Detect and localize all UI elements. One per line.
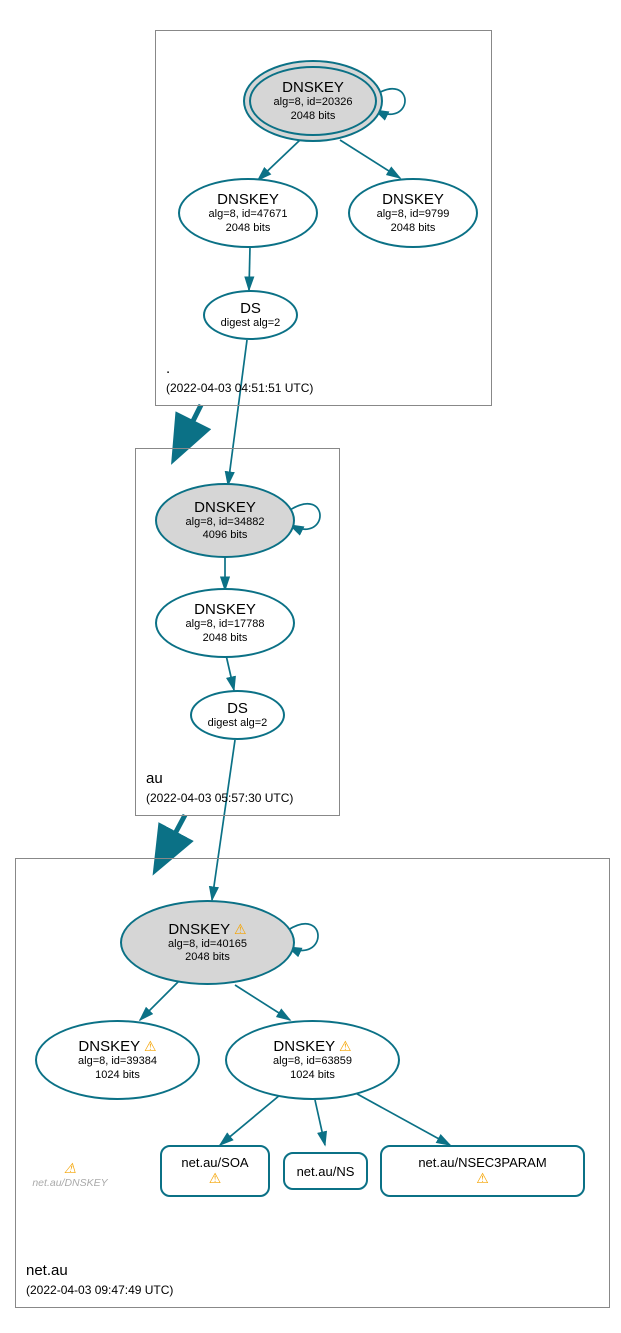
node-sub1: digest alg=2: [221, 317, 281, 330]
node-sub1: alg=8, id=20326: [274, 96, 353, 109]
node-title-text: DNSKEY: [273, 1038, 334, 1055]
node-au-ds: DS digest alg=2: [190, 690, 285, 740]
record-label: net.au/NS: [297, 1164, 355, 1179]
node-sub1: alg=8, id=39384: [78, 1055, 157, 1068]
warning-icon: [476, 1170, 489, 1187]
node-root-ksk: DNSKEY alg=8, id=20326 2048 bits: [243, 60, 383, 142]
node-title: DS: [227, 700, 248, 717]
node-au-zsk: DNSKEY alg=8, id=17788 2048 bits: [155, 588, 295, 658]
zone-root-name: .: [166, 360, 170, 377]
zone-netau-ts: (2022-04-03 09:47:49 UTC): [26, 1283, 173, 1297]
warning-icon: [209, 1170, 222, 1187]
node-sub1: alg=8, id=63859: [273, 1055, 352, 1068]
node-title-text: DNSKEY: [78, 1038, 139, 1055]
warning-icon: [64, 1160, 77, 1177]
zone-au-name: au: [146, 770, 163, 787]
record-label: net.au/NSEC3PARAM: [418, 1155, 546, 1170]
node-netau-zsk2: DNSKEY alg=8, id=63859 1024 bits: [225, 1020, 400, 1100]
node-sub2: 4096 bits: [203, 529, 248, 542]
zone-netau-name: net.au: [26, 1262, 68, 1279]
node-sub2: 2048 bits: [391, 222, 436, 235]
node-title: DNSKEY: [78, 1038, 156, 1055]
node-au-ksk: DNSKEY alg=8, id=34882 4096 bits: [155, 483, 295, 558]
record-nsec3param: net.au/NSEC3PARAM: [380, 1145, 585, 1197]
node-sub2: 2048 bits: [291, 110, 336, 123]
zone-root-ts: (2022-04-03 04:51:51 UTC): [166, 381, 313, 395]
node-title: DNSKEY: [217, 191, 279, 208]
node-sub2: 1024 bits: [95, 1069, 140, 1082]
warn-note-netau-dnskey: net.au/DNSKEY: [30, 1160, 110, 1189]
record-label: net.au/SOA: [181, 1155, 248, 1170]
zone-au-ts: (2022-04-03 05:57:30 UTC): [146, 791, 293, 805]
node-root-zsk: DNSKEY alg=8, id=47671 2048 bits: [178, 178, 318, 248]
node-sub2: 2048 bits: [185, 951, 230, 964]
record-soa: net.au/SOA: [160, 1145, 270, 1197]
node-netau-ksk: DNSKEY alg=8, id=40165 2048 bits: [120, 900, 295, 985]
warn-note-text: net.au/DNSKEY: [30, 1177, 110, 1189]
node-title: DS: [240, 300, 261, 317]
node-sub2: 2048 bits: [203, 632, 248, 645]
node-sub1: alg=8, id=47671: [209, 208, 288, 221]
node-sub1: alg=8, id=17788: [186, 618, 265, 631]
node-netau-zsk1: DNSKEY alg=8, id=39384 1024 bits: [35, 1020, 200, 1100]
node-sub2: 1024 bits: [290, 1069, 335, 1082]
warning-icon: [339, 1038, 352, 1055]
node-sub1: alg=8, id=40165: [168, 938, 247, 951]
node-title: DNSKEY: [282, 79, 344, 96]
node-sub2: 2048 bits: [226, 222, 271, 235]
warning-icon: [234, 921, 247, 938]
node-sub1: digest alg=2: [208, 717, 268, 730]
node-title: DNSKEY: [194, 601, 256, 618]
node-sub1: alg=8, id=9799: [377, 208, 450, 221]
node-title: DNSKEY: [273, 1038, 351, 1055]
warning-icon: [144, 1038, 157, 1055]
node-title: DNSKEY: [168, 921, 246, 938]
node-sub1: alg=8, id=34882: [186, 516, 265, 529]
node-title: DNSKEY: [382, 191, 444, 208]
node-title: DNSKEY: [194, 499, 256, 516]
node-root-zsk2: DNSKEY alg=8, id=9799 2048 bits: [348, 178, 478, 248]
node-root-ds: DS digest alg=2: [203, 290, 298, 340]
record-ns: net.au/NS: [283, 1152, 368, 1190]
node-title-text: DNSKEY: [168, 921, 229, 938]
